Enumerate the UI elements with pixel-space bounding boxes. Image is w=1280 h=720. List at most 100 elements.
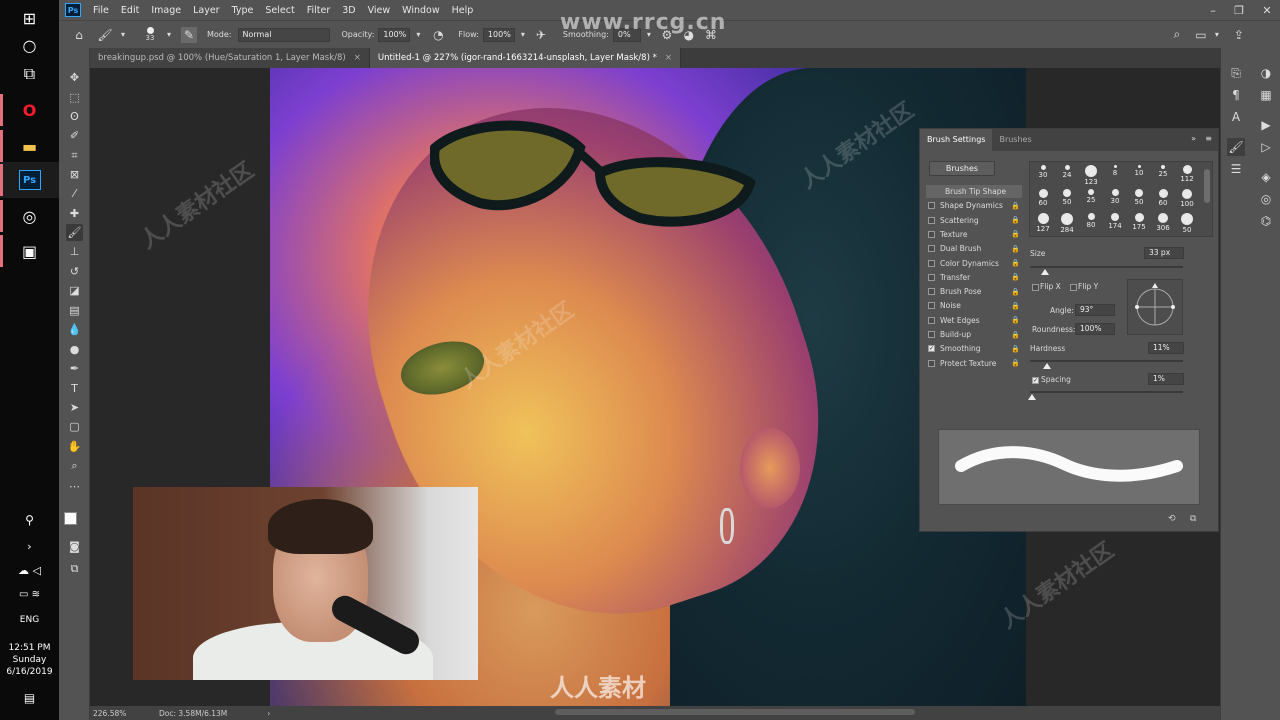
crop-tool-icon[interactable]: ⌗ bbox=[66, 147, 83, 164]
flow-input[interactable]: 100% bbox=[482, 27, 515, 42]
menu-view[interactable]: View bbox=[362, 5, 397, 16]
menu-help[interactable]: Help bbox=[446, 5, 480, 16]
slider-thumb[interactable] bbox=[1041, 269, 1050, 275]
menu-file[interactable]: File bbox=[87, 5, 115, 16]
brush-preset[interactable]: 30 bbox=[1032, 163, 1054, 185]
menu-type[interactable]: Type bbox=[226, 5, 260, 16]
brush-option-row[interactable]: Brush Pose 🔒 bbox=[926, 285, 1022, 298]
tab-brushes[interactable]: Brushes bbox=[992, 129, 1038, 151]
create-preset-icon[interactable]: ⟲ bbox=[1168, 514, 1176, 524]
file-explorer-icon[interactable]: ▬ bbox=[0, 128, 59, 164]
brush-preset-picker[interactable]: 33 bbox=[139, 27, 161, 42]
lock-icon[interactable]: 🔒 bbox=[1011, 230, 1020, 238]
brush-option-checkbox[interactable] bbox=[928, 245, 935, 253]
brush-preset[interactable]: 127 bbox=[1032, 211, 1054, 233]
brush-preset[interactable]: 25 bbox=[1152, 163, 1174, 185]
close-icon[interactable]: ✕ bbox=[1255, 0, 1279, 20]
properties-panel-icon[interactable]: ☰ bbox=[1227, 160, 1245, 178]
paths-panel-icon[interactable]: ⌬ bbox=[1257, 212, 1275, 230]
shape-tool-icon[interactable]: ▢ bbox=[66, 418, 83, 435]
share-icon[interactable]: ⇪ bbox=[1231, 27, 1247, 43]
brush-option-checkbox[interactable] bbox=[928, 259, 935, 267]
brush-option-checkbox[interactable] bbox=[928, 230, 935, 238]
brush-option-row[interactable]: Shape Dynamics 🔒 bbox=[926, 199, 1022, 212]
brush-settings-toggle-icon[interactable]: ✎ bbox=[181, 26, 197, 43]
opera-icon[interactable]: O bbox=[0, 92, 59, 128]
channels-panel-icon[interactable]: ◎ bbox=[1257, 190, 1275, 208]
angle-input[interactable]: 93° bbox=[1075, 304, 1115, 316]
lock-icon[interactable]: 🔒 bbox=[1011, 288, 1020, 296]
type-tool-icon[interactable]: T bbox=[66, 380, 83, 397]
brush-option-row[interactable]: Noise 🔒 bbox=[926, 299, 1022, 312]
brush-option-row[interactable]: Texture 🔒 bbox=[926, 228, 1022, 241]
brush-option-checkbox[interactable] bbox=[928, 302, 935, 310]
airbrush-icon[interactable]: ✈ bbox=[533, 27, 549, 43]
restore-icon[interactable]: ❐ bbox=[1227, 0, 1251, 20]
brush-preset[interactable]: 50 bbox=[1176, 211, 1198, 234]
swatches-panel-icon[interactable]: ▦ bbox=[1257, 86, 1275, 104]
hardness-slider[interactable] bbox=[1030, 360, 1183, 369]
clone-stamp-tool-icon[interactable]: ⊥ bbox=[66, 243, 83, 260]
gradient-tool-icon[interactable]: ▤ bbox=[66, 302, 83, 319]
brush-option-row[interactable]: Color Dynamics 🔒 bbox=[926, 257, 1022, 270]
chevron-down-icon[interactable]: ▾ bbox=[410, 27, 426, 43]
menu-image[interactable]: Image bbox=[145, 5, 187, 16]
lock-icon[interactable]: 🔒 bbox=[1011, 202, 1020, 210]
brush-option-checkbox[interactable] bbox=[928, 202, 935, 210]
healing-brush-tool-icon[interactable]: ✚ bbox=[66, 205, 83, 222]
marquee-tool-icon[interactable]: ⬚ bbox=[66, 89, 83, 106]
app-icon[interactable]: ◎ bbox=[0, 198, 59, 234]
task-view-icon[interactable]: ⧉ bbox=[0, 56, 59, 92]
pressure-opacity-icon[interactable]: ◔ bbox=[430, 27, 446, 43]
spacing-checkbox[interactable]: ✓ bbox=[1032, 377, 1039, 384]
zoom-level[interactable]: 226.58% bbox=[93, 709, 153, 718]
chevron-down-icon[interactable]: ▾ bbox=[515, 27, 531, 43]
lock-icon[interactable]: 🔒 bbox=[1011, 259, 1020, 267]
lock-icon[interactable]: 🔒 bbox=[1011, 316, 1020, 324]
mode-select[interactable]: Normal bbox=[237, 27, 330, 42]
photoshop-icon[interactable]: Ps bbox=[0, 162, 59, 198]
brush-option-checkbox[interactable] bbox=[928, 359, 935, 367]
play-icon[interactable]: ▷ bbox=[1257, 138, 1275, 156]
character-panel-icon[interactable]: A bbox=[1227, 108, 1245, 126]
clock-time[interactable]: 12:51 PM bbox=[0, 642, 59, 654]
actions-panel-icon[interactable]: ▶ bbox=[1257, 116, 1275, 134]
chevron-down-icon[interactable]: ▾ bbox=[161, 27, 177, 43]
brush-option-row[interactable]: Build-up 🔒 bbox=[926, 328, 1022, 341]
brush-settings-panel-icon[interactable]: 🖌 bbox=[1227, 138, 1245, 156]
workspace-icon[interactable]: ▭ bbox=[1193, 27, 1209, 43]
dodge-tool-icon[interactable]: ● bbox=[66, 341, 83, 358]
brush-option-row[interactable]: Brush Tip Shape bbox=[926, 185, 1022, 198]
brush-option-row[interactable]: Dual Brush 🔒 bbox=[926, 242, 1022, 255]
frame-tool-icon[interactable]: ⊠ bbox=[66, 166, 83, 183]
blur-tool-icon[interactable]: 💧 bbox=[66, 321, 83, 338]
menu-layer[interactable]: Layer bbox=[187, 5, 226, 16]
lock-icon[interactable]: 🔒 bbox=[1011, 331, 1020, 339]
panel-menu-icon[interactable]: ≡ bbox=[1205, 134, 1212, 143]
brush-preset[interactable]: 24 bbox=[1056, 163, 1078, 185]
brush-option-row[interactable]: ✓ Smoothing 🔒 bbox=[926, 342, 1022, 355]
size-input[interactable]: 33 px bbox=[1144, 247, 1184, 259]
pen-tool-icon[interactable]: ✒ bbox=[66, 360, 83, 377]
horizontal-scrollbar[interactable] bbox=[555, 709, 915, 715]
brushes-button[interactable]: Brushes bbox=[929, 161, 995, 176]
quick-selection-tool-icon[interactable]: ✐ bbox=[66, 127, 83, 144]
notification-icon[interactable]: ▤ bbox=[0, 680, 59, 716]
paragraph-panel-icon[interactable]: ¶ bbox=[1227, 86, 1245, 104]
history-panel-icon[interactable]: ⎘ bbox=[1227, 64, 1245, 82]
opacity-input[interactable]: 100% bbox=[378, 27, 411, 42]
menu-filter[interactable]: Filter bbox=[301, 5, 337, 16]
presets-scrollbar[interactable] bbox=[1204, 169, 1210, 203]
brush-option-checkbox[interactable] bbox=[928, 216, 935, 224]
network-icon[interactable]: ▭ ≋ bbox=[0, 576, 59, 612]
language-indicator[interactable]: ENG bbox=[0, 614, 59, 626]
brush-option-row[interactable]: Scattering 🔒 bbox=[926, 214, 1022, 227]
slider-thumb[interactable] bbox=[1042, 363, 1051, 369]
menu-edit[interactable]: Edit bbox=[115, 5, 145, 16]
menu-3d[interactable]: 3D bbox=[336, 5, 361, 16]
angle-roundness-widget[interactable] bbox=[1127, 279, 1183, 335]
brush-preset[interactable]: 8 bbox=[1104, 163, 1126, 185]
brush-preset[interactable]: 25 bbox=[1080, 187, 1102, 209]
path-selection-tool-icon[interactable]: ➤ bbox=[66, 399, 83, 416]
chevron-down-icon[interactable]: ▾ bbox=[1209, 27, 1225, 43]
